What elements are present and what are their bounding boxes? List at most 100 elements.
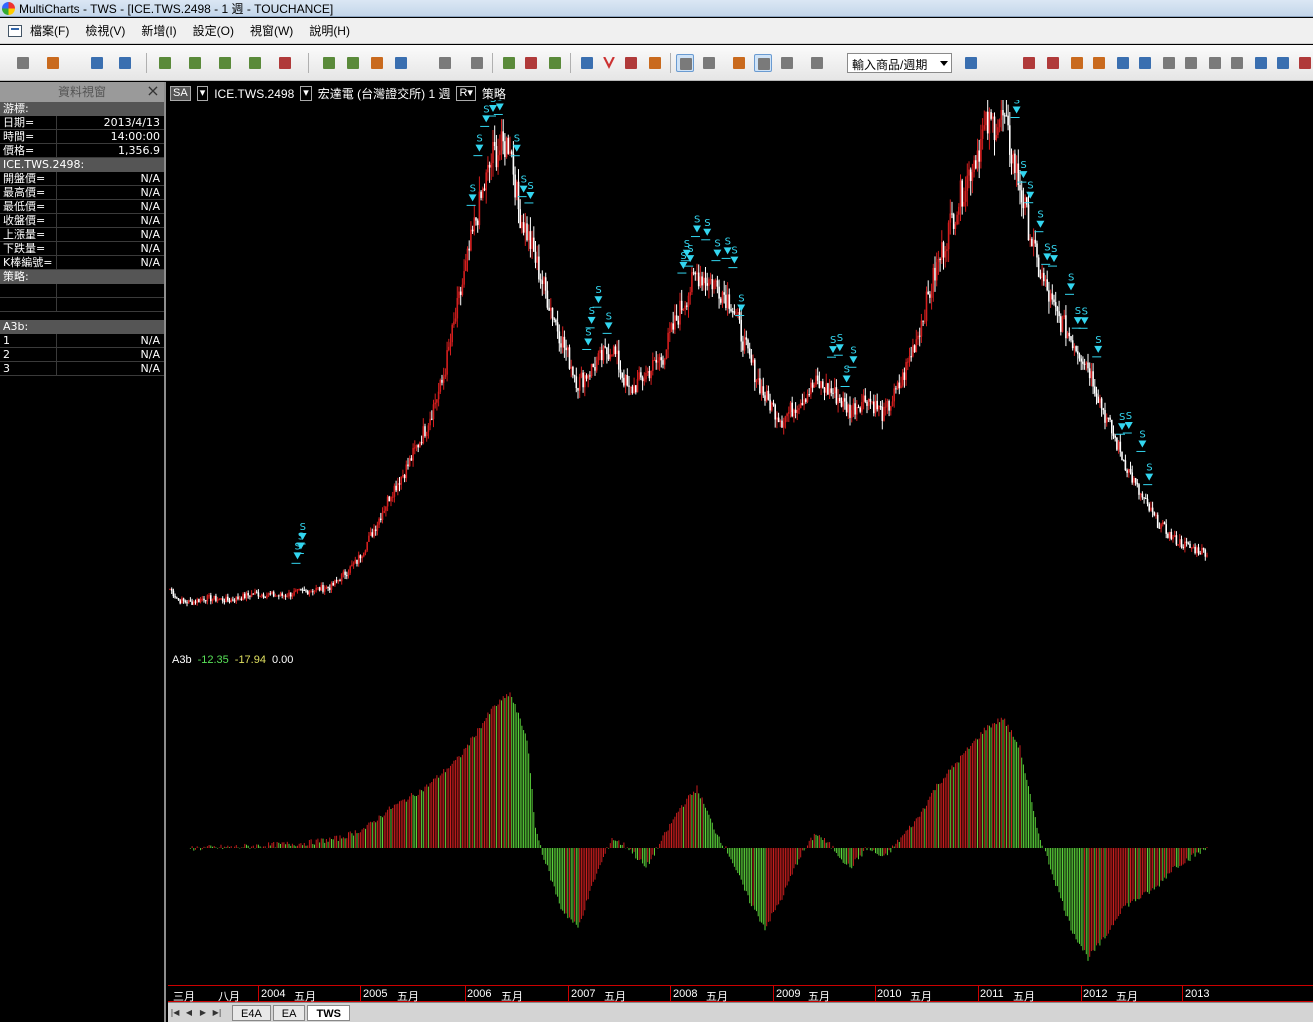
sa-button[interactable]: SA: [170, 86, 191, 101]
x-tick-label: 2007: [571, 988, 596, 1000]
first-icon[interactable]: |◀: [168, 1006, 182, 1020]
zoom-in-icon[interactable]: [1252, 54, 1270, 72]
menu-file[interactable]: 檔案(F): [30, 22, 69, 39]
pointer-tool-icon[interactable]: [676, 54, 694, 72]
scanner-window-icon[interactable]: [186, 54, 204, 72]
candle-body: [573, 375, 576, 377]
r-button[interactable]: R▾: [456, 86, 476, 101]
compress-icon[interactable]: [1090, 54, 1108, 72]
data-row: 價格= 1,356.9: [0, 144, 164, 158]
candle-body: [529, 231, 532, 249]
menu-view[interactable]: 檢視(V): [85, 22, 125, 39]
document-icon[interactable]: [8, 24, 22, 37]
dom-window-icon[interactable]: [216, 54, 234, 72]
candle-body: [961, 180, 963, 207]
dropdown-icon[interactable]: ▾: [196, 86, 209, 101]
close-icon[interactable]: [1296, 54, 1313, 72]
menu-insert[interactable]: 新增(I): [141, 22, 176, 39]
candle-body: [638, 372, 640, 380]
data-value: N/A: [140, 186, 160, 199]
zigzag-tool-icon[interactable]: [600, 54, 618, 72]
tab-e4a[interactable]: E4A: [232, 1004, 271, 1021]
candle-body: [981, 129, 984, 139]
move-tool-icon[interactable]: [778, 54, 796, 72]
sell-signal-arrow: [584, 338, 593, 346]
expand-icon[interactable]: [1206, 54, 1224, 72]
indicator-chart[interactable]: [168, 668, 1208, 978]
candle-chart-icon[interactable]: [522, 54, 540, 72]
candle-body: [1194, 546, 1196, 554]
candle-body: [708, 279, 710, 286]
candle-body: [823, 387, 826, 393]
sell-signal-arrow: [594, 296, 603, 304]
format-icon[interactable]: [392, 54, 410, 72]
menu-settings[interactable]: 設定(O): [193, 22, 234, 39]
menu-help[interactable]: 說明(H): [309, 22, 350, 39]
pattern-tool-icon[interactable]: [622, 54, 640, 72]
next-icon[interactable]: ▶: [196, 1006, 210, 1020]
resolution-icon[interactable]: ▾: [300, 86, 312, 101]
line-tool-icon[interactable]: [578, 54, 596, 72]
candle-body: [218, 599, 221, 601]
data-window-icon[interactable]: [436, 54, 454, 72]
hourglass-icon[interactable]: [1068, 54, 1086, 72]
save-icon[interactable]: [88, 54, 106, 72]
candle-body: [1148, 503, 1150, 511]
editor-icon[interactable]: [246, 54, 264, 72]
candle-body: [456, 297, 459, 319]
crosshair-tool-icon[interactable]: [700, 54, 718, 72]
insert-strategy-icon[interactable]: [344, 54, 362, 72]
menu-window[interactable]: 視窗(W): [250, 22, 293, 39]
bar-chart-icon[interactable]: [500, 54, 518, 72]
check-icon[interactable]: [546, 54, 564, 72]
candle-body: [327, 586, 329, 588]
panel-icon[interactable]: [808, 54, 826, 72]
candle-body: [393, 485, 396, 497]
insert-indicator-icon[interactable]: [320, 54, 338, 72]
candle-body: [1088, 368, 1091, 379]
scale-up-icon[interactable]: [1114, 54, 1132, 72]
x-axis-divider: [360, 986, 361, 1001]
scroll-left-icon[interactable]: [1020, 54, 1038, 72]
tab-tws[interactable]: TWS: [307, 1004, 350, 1021]
tab-ea[interactable]: EA: [272, 1004, 306, 1021]
candle-body: [884, 406, 887, 408]
open-icon[interactable]: [44, 54, 62, 72]
close-icon[interactable]: ×: [146, 83, 160, 99]
chart-window-icon[interactable]: [156, 54, 174, 72]
export-icon[interactable]: [116, 54, 134, 72]
next-bar-icon[interactable]: [1182, 54, 1200, 72]
last-icon[interactable]: ▶|: [210, 1006, 224, 1020]
candle-body: [1128, 469, 1130, 473]
candle-body: [806, 394, 809, 402]
cursor-tool-icon[interactable]: [754, 54, 772, 72]
x-axis-divider: [258, 986, 259, 1001]
candle-body: [845, 401, 848, 413]
scale-down-icon[interactable]: [1136, 54, 1154, 72]
candle-body: [237, 596, 239, 600]
scroll-right-icon[interactable]: [1044, 54, 1062, 72]
x-tick-label: 2006: [467, 988, 492, 1000]
candle-body: [281, 593, 283, 596]
insert-drawing-icon[interactable]: [368, 54, 386, 72]
prev-bar-icon[interactable]: [1160, 54, 1178, 72]
candle-body: [442, 376, 445, 383]
prev-icon[interactable]: ◀: [182, 1006, 196, 1020]
candle-body: [850, 410, 853, 418]
sell-signal-label: S: [731, 246, 737, 257]
status-line-icon[interactable]: [468, 54, 486, 72]
candle-body: [786, 413, 788, 417]
candle-body: [866, 401, 868, 406]
candle-body: [986, 111, 989, 134]
candle-body: [820, 381, 822, 388]
candle-body: [762, 386, 765, 396]
new-icon[interactable]: [14, 54, 32, 72]
record-icon[interactable]: [276, 54, 294, 72]
comment-tool-icon[interactable]: [730, 54, 748, 72]
price-chart[interactable]: SSSSSSSSSSSSSSSSSSSSSSSSSSSSSSSSSSSSSSSS…: [168, 100, 1208, 630]
zoom-out-icon[interactable]: [1274, 54, 1292, 72]
clock-icon[interactable]: [962, 54, 980, 72]
marker-tool-icon[interactable]: [646, 54, 664, 72]
symbol-select[interactable]: 輸入商品/週期: [847, 53, 952, 73]
shrink-icon[interactable]: [1228, 54, 1246, 72]
